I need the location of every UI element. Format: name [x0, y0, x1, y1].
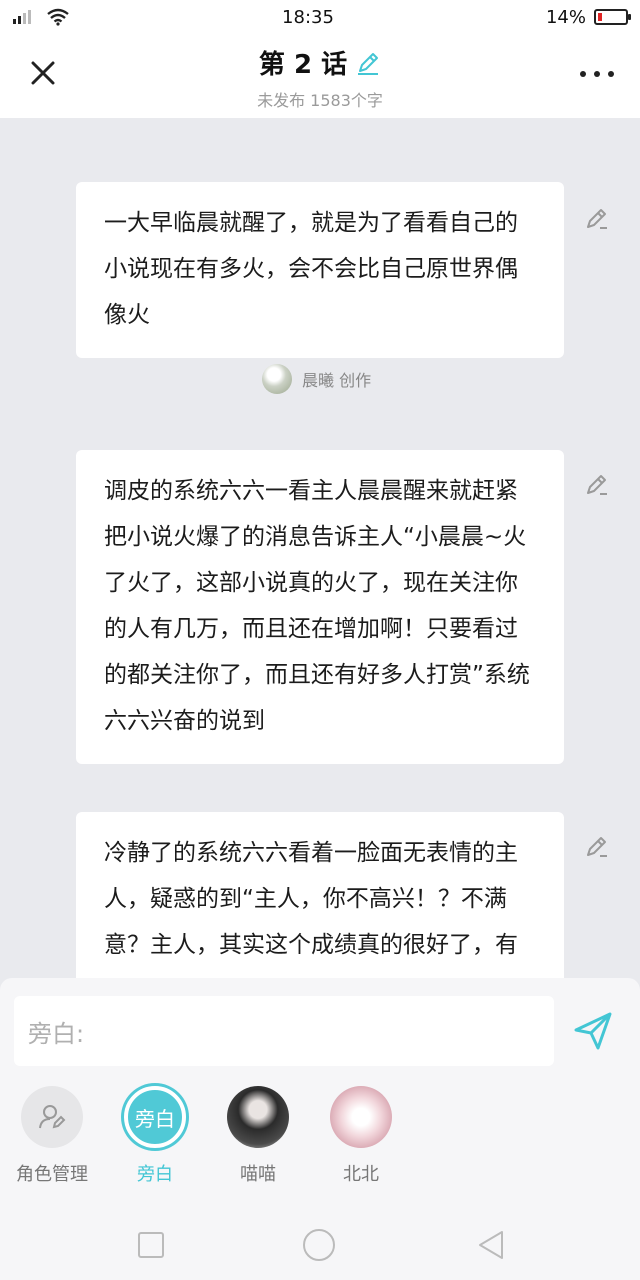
- status-right: 14%: [545, 6, 631, 28]
- character-label: 喵喵: [240, 1164, 276, 1185]
- battery-percent: 14%: [545, 6, 586, 28]
- square-icon[interactable]: [134, 1228, 168, 1262]
- battery-icon: [593, 9, 631, 25]
- character-selector: 角色管理 旁白 旁白 喵喵 北北: [0, 1086, 640, 1196]
- chapter-subtitle: 未发布 1583个字: [257, 91, 383, 110]
- send-icon[interactable]: [572, 1010, 614, 1052]
- status-bar: 18:35 14%: [0, 0, 640, 34]
- character-manage[interactable]: 角色管理: [2, 1086, 102, 1186]
- character-label: 角色管理: [16, 1164, 88, 1185]
- narrator-avatar: 旁白: [124, 1086, 186, 1148]
- back-triangle-icon[interactable]: [474, 1228, 508, 1262]
- status-time: 18:35: [282, 6, 334, 28]
- more-dot: [608, 71, 614, 77]
- character-miaomiao[interactable]: 喵喵: [208, 1086, 308, 1186]
- message-card[interactable]: 一大早临晨就醒了，就是为了看看自己的小说现在有多火，会不会比自己原世界偶像火: [76, 182, 564, 358]
- composer-panel: 旁白: 角色管理 旁白 旁白 喵喵 北北: [0, 978, 640, 1208]
- more-dot: [580, 71, 586, 77]
- top-app-bar: 第 2 话 未发布 1583个字: [0, 34, 640, 118]
- circle-icon[interactable]: [302, 1228, 336, 1262]
- title-block: 第 2 话 未发布 1583个字: [0, 44, 640, 111]
- message-card[interactable]: 冷静了的系统六六看着一脸面无表情的主人，疑惑的到“主人，你不高兴！？不满意？主人…: [76, 812, 564, 978]
- navigation-bar: [0, 1208, 640, 1280]
- character-label: 旁白: [137, 1164, 173, 1185]
- edit-icon[interactable]: [584, 206, 610, 232]
- message-text: 一大早临晨就醒了，就是为了看看自己的小说现在有多火，会不会比自己原世界偶像火: [104, 210, 518, 328]
- more-dot: [594, 71, 600, 77]
- message-list[interactable]: 一大早临晨就醒了，就是为了看看自己的小说现在有多火，会不会比自己原世界偶像火 晨…: [0, 118, 640, 978]
- wifi-icon: [47, 8, 69, 26]
- input-placeholder: 旁白:: [28, 1019, 85, 1048]
- chapter-title: 第 2 话: [258, 50, 348, 80]
- user-edit-icon: [21, 1086, 83, 1148]
- author-avatar: [262, 364, 292, 394]
- author-label: 晨曦 创作: [302, 371, 372, 390]
- character-avatar: [227, 1086, 289, 1148]
- edit-icon[interactable]: [584, 834, 610, 860]
- title-edit-icon[interactable]: [355, 50, 381, 76]
- narrator-avatar-text: 旁白: [135, 1106, 175, 1131]
- signal-icon: [13, 10, 31, 24]
- more-button[interactable]: [580, 64, 614, 84]
- author-row: 晨曦 创作: [262, 364, 371, 394]
- title-row: 第 2 话: [259, 44, 381, 81]
- character-narrator[interactable]: 旁白 旁白: [105, 1086, 205, 1186]
- message-card[interactable]: 调皮的系统六六一看主人晨晨醒来就赶紧把小说火爆了的消息告诉主人“小晨晨~火了火了…: [76, 450, 564, 764]
- message-text: 调皮的系统六六一看主人晨晨醒来就赶紧把小说火爆了的消息告诉主人“小晨晨~火了火了…: [104, 478, 530, 734]
- status-left: [12, 8, 70, 26]
- character-beibei[interactable]: 北北: [311, 1086, 411, 1186]
- message-text: 冷静了的系统六六看着一脸面无表情的主人，疑惑的到“主人，你不高兴！？不满意？主人…: [104, 840, 518, 958]
- character-avatar: [330, 1086, 392, 1148]
- narration-input[interactable]: 旁白:: [14, 996, 554, 1066]
- edit-icon[interactable]: [584, 472, 610, 498]
- character-label: 北北: [343, 1164, 379, 1185]
